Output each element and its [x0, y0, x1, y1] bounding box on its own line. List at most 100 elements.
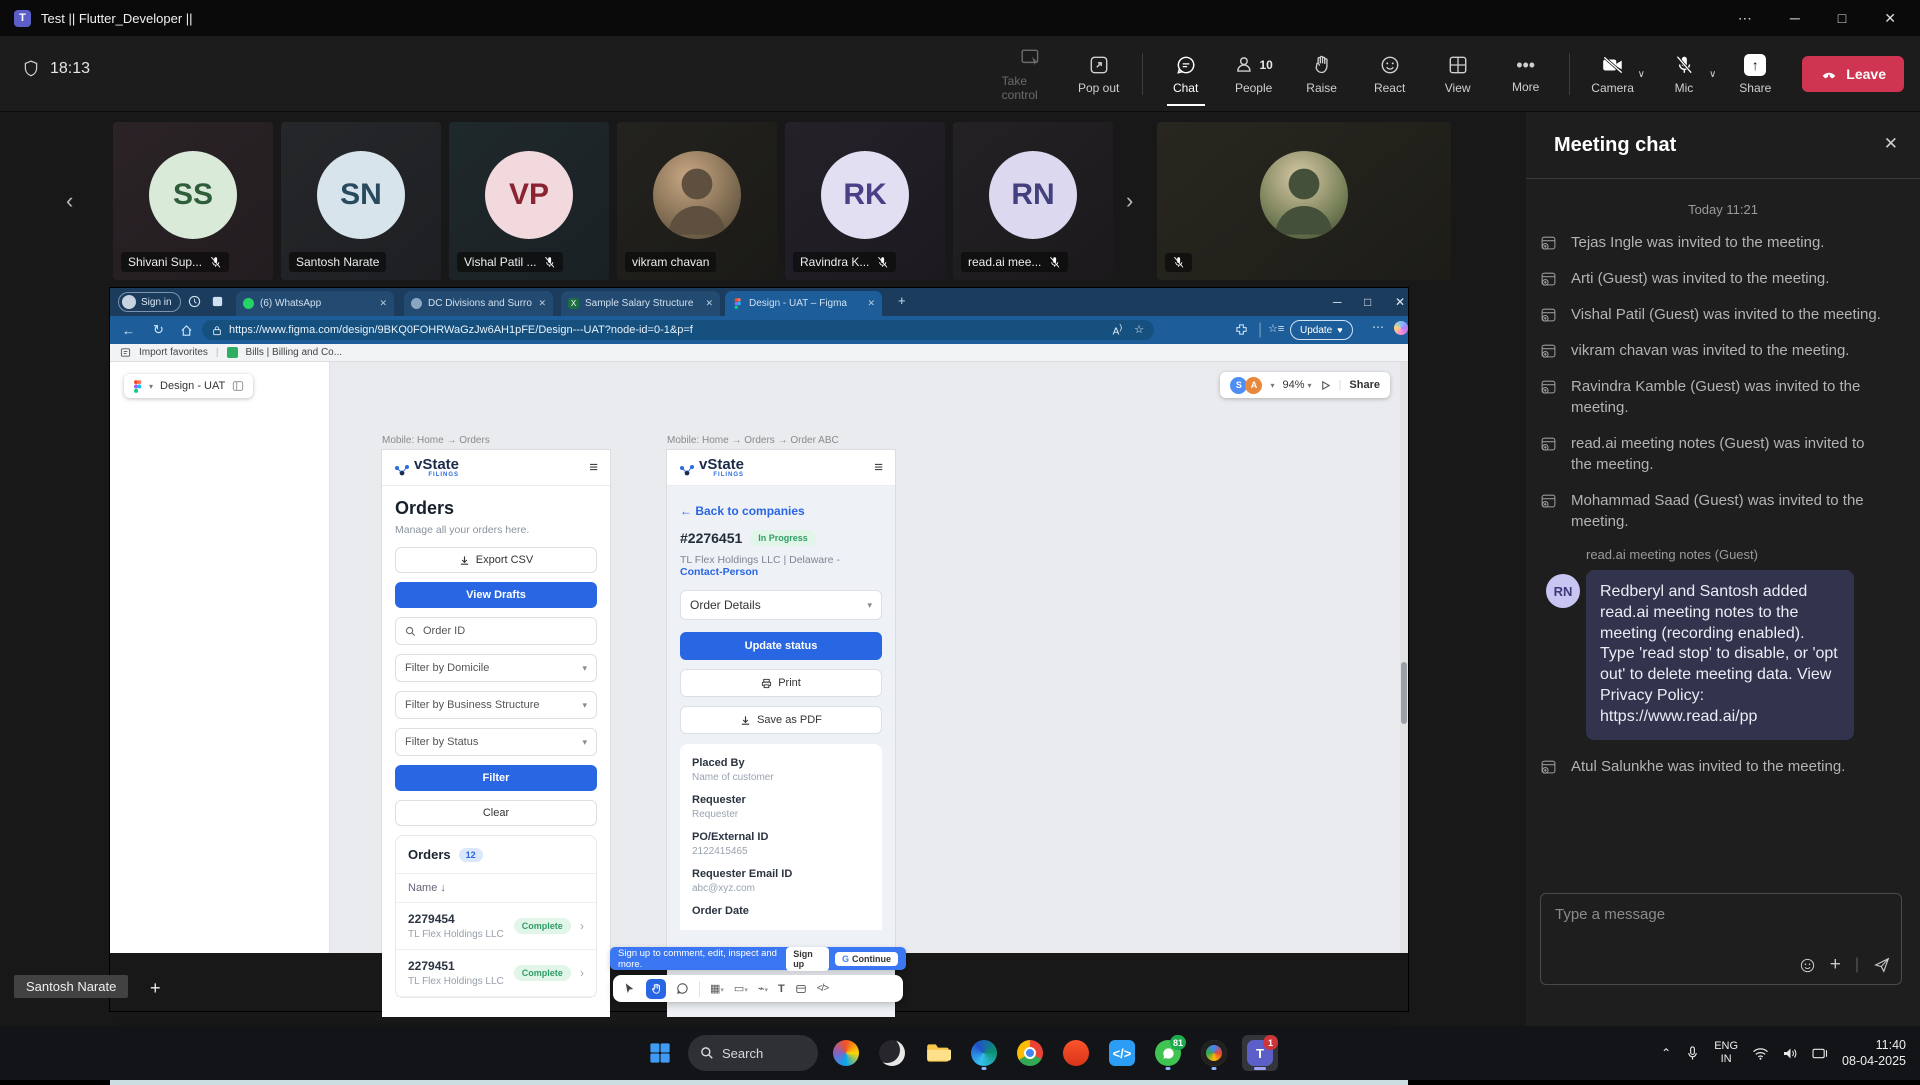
attach-plus-icon[interactable]: +: [1830, 954, 1841, 976]
mic-button[interactable]: Mic: [1655, 50, 1713, 99]
tab-actions-icon[interactable]: [211, 295, 224, 308]
save-as-pdf-button[interactable]: Save as PDF: [680, 706, 882, 734]
avatars-chevron-icon[interactable]: ▾: [1270, 381, 1274, 390]
emoji-icon[interactable]: [1799, 957, 1816, 974]
refresh-icon[interactable]: ↻: [153, 322, 164, 338]
shape-tool-icon[interactable]: ▭▾: [734, 982, 748, 995]
send-icon[interactable]: [1873, 956, 1891, 974]
favorite-star-icon[interactable]: ☆: [1134, 323, 1144, 336]
print-button[interactable]: Print: [680, 669, 882, 697]
zoom-level[interactable]: 94% ▾: [1282, 379, 1311, 391]
view-button[interactable]: View: [1429, 50, 1487, 99]
browser-tab-active[interactable]: Design - UAT – Figma ✕: [725, 291, 882, 316]
hamburger-menu-icon[interactable]: ≡: [589, 459, 598, 476]
read-aloud-icon[interactable]: A): [1113, 322, 1122, 337]
text-tool-icon[interactable]: T: [778, 983, 785, 995]
participant-tile[interactable]: SS Shivani Sup...: [113, 122, 273, 280]
taskbar-icon-brave[interactable]: [1058, 1035, 1094, 1071]
frame-breadcrumb[interactable]: Mobile: Home → Orders: [382, 435, 490, 446]
browser-close-icon[interactable]: ✕: [1395, 295, 1405, 309]
export-csv-button[interactable]: Export CSV: [395, 547, 597, 573]
browser-minimize-icon[interactable]: ─: [1333, 295, 1342, 309]
back-to-companies-link[interactable]: ← Back to companies: [680, 504, 882, 518]
collections-icon[interactable]: [188, 295, 201, 308]
participants-scroll-right-icon[interactable]: ›: [1126, 188, 1133, 214]
dev-mode-icon[interactable]: </>: [817, 983, 828, 994]
window-maximize-icon[interactable]: □: [1838, 10, 1846, 26]
browser-tab[interactable]: (6) WhatsApp ✕: [236, 291, 394, 316]
raise-hand-button[interactable]: Raise: [1293, 50, 1351, 99]
share-button[interactable]: ↑ Share: [1726, 50, 1784, 99]
back-icon[interactable]: ←: [122, 323, 135, 338]
move-tool-icon[interactable]: [623, 982, 636, 995]
url-field[interactable]: https://www.figma.com/design/9BKQ0FOHRWa…: [202, 320, 1154, 340]
contact-person-link[interactable]: Contact-Person: [680, 566, 758, 578]
people-button[interactable]: 10 People: [1225, 50, 1283, 99]
participant-tile[interactable]: vikram chavan: [617, 122, 777, 280]
signup-button[interactable]: Sign up: [786, 947, 829, 971]
copilot-icon[interactable]: [1394, 321, 1408, 335]
taskbar-icon-google-app[interactable]: [1196, 1035, 1232, 1071]
comment-tool-icon[interactable]: [676, 982, 689, 995]
window-more-icon[interactable]: ⋯: [1738, 10, 1752, 27]
participant-tile[interactable]: VP Vishal Patil ...: [449, 122, 609, 280]
tab-close-icon[interactable]: ✕: [867, 298, 875, 309]
browser-menu-icon[interactable]: ⋯: [1372, 320, 1384, 334]
pen-tablet-icon[interactable]: [1812, 1047, 1828, 1060]
google-continue-button[interactable]: GContinue: [835, 952, 898, 966]
taskbar-icon-whatsapp[interactable]: 81: [1150, 1035, 1186, 1071]
import-favorites-link[interactable]: Import favorites: [139, 347, 208, 358]
filter-button[interactable]: Filter: [395, 765, 597, 791]
more-button[interactable]: ••• More: [1497, 51, 1555, 98]
favorite-bills-link[interactable]: Bills | Billing and Co...: [246, 347, 343, 358]
taskbar-icon-teams[interactable]: T 1: [1242, 1035, 1278, 1071]
participant-tile-spotlight[interactable]: [1157, 122, 1451, 280]
present-icon[interactable]: [1320, 380, 1331, 391]
layers-panel-icon[interactable]: [232, 380, 244, 392]
leave-button[interactable]: Leave: [1802, 56, 1904, 92]
clear-button[interactable]: Clear: [395, 800, 597, 826]
filter-status-select[interactable]: Filter by Status▾: [395, 728, 597, 756]
chat-message-input[interactable]: [1541, 894, 1901, 944]
collaborator-avatar[interactable]: A: [1245, 377, 1262, 394]
browser-scrollbar[interactable]: [1400, 362, 1408, 953]
home-icon[interactable]: [180, 324, 193, 337]
participant-tile[interactable]: SN Santosh Narate: [281, 122, 441, 280]
taskbar-search[interactable]: Search: [688, 1035, 818, 1071]
order-id-search-input[interactable]: Order ID: [395, 617, 597, 645]
order-row[interactable]: 2279454TL Flex Holdings LLC Complete ›: [396, 903, 596, 950]
browser-update-button[interactable]: Update ♥: [1290, 320, 1353, 340]
tray-mic-icon[interactable]: [1685, 1045, 1700, 1062]
chat-button[interactable]: Chat: [1157, 50, 1215, 99]
react-button[interactable]: React: [1361, 50, 1419, 99]
taskbar-icon-vscode[interactable]: </>: [1104, 1035, 1140, 1071]
participants-scroll-left-icon[interactable]: ‹: [66, 188, 73, 214]
view-drafts-button[interactable]: View Drafts: [395, 582, 597, 608]
tray-chevron-icon[interactable]: ⌃: [1661, 1046, 1671, 1060]
participant-tile[interactable]: RN read.ai mee...: [953, 122, 1113, 280]
wifi-icon[interactable]: [1752, 1047, 1769, 1060]
browser-profile-button[interactable]: Sign in: [118, 292, 181, 312]
chat-close-icon[interactable]: ✕: [1884, 134, 1898, 154]
figma-file-menu[interactable]: ▾ Design - UAT: [124, 374, 253, 398]
hamburger-menu-icon[interactable]: ≡: [874, 459, 883, 476]
participant-tile[interactable]: RK Ravindra K...: [785, 122, 945, 280]
taskbar-icon-nightlight[interactable]: [874, 1035, 910, 1071]
window-minimize-icon[interactable]: ─: [1790, 10, 1800, 26]
figma-share-button[interactable]: Share: [1349, 379, 1380, 391]
tab-close-icon[interactable]: ✕: [379, 298, 387, 309]
language-indicator[interactable]: ENGIN: [1714, 1040, 1738, 1065]
frame-breadcrumb[interactable]: Mobile: Home → Orders → Order ABC: [667, 435, 839, 446]
taskbar-clock[interactable]: 11:40 08-04-2025: [1842, 1037, 1906, 1070]
taskbar-icon-chrome[interactable]: [1012, 1035, 1048, 1071]
browser-restore-icon[interactable]: □: [1364, 295, 1371, 309]
hand-tool-icon[interactable]: [646, 979, 666, 999]
order-details-select[interactable]: Order Details▾: [680, 590, 882, 620]
volume-icon[interactable]: [1783, 1047, 1798, 1060]
section-tool-icon[interactable]: [795, 983, 807, 995]
taskbar-icon-edge[interactable]: [966, 1035, 1002, 1071]
window-close-icon[interactable]: ✕: [1884, 10, 1896, 27]
taskbar-icon-file-explorer[interactable]: [920, 1035, 956, 1071]
connector-tool-icon[interactable]: ⌁▾: [758, 982, 768, 995]
extensions-icon[interactable]: [1235, 323, 1248, 336]
